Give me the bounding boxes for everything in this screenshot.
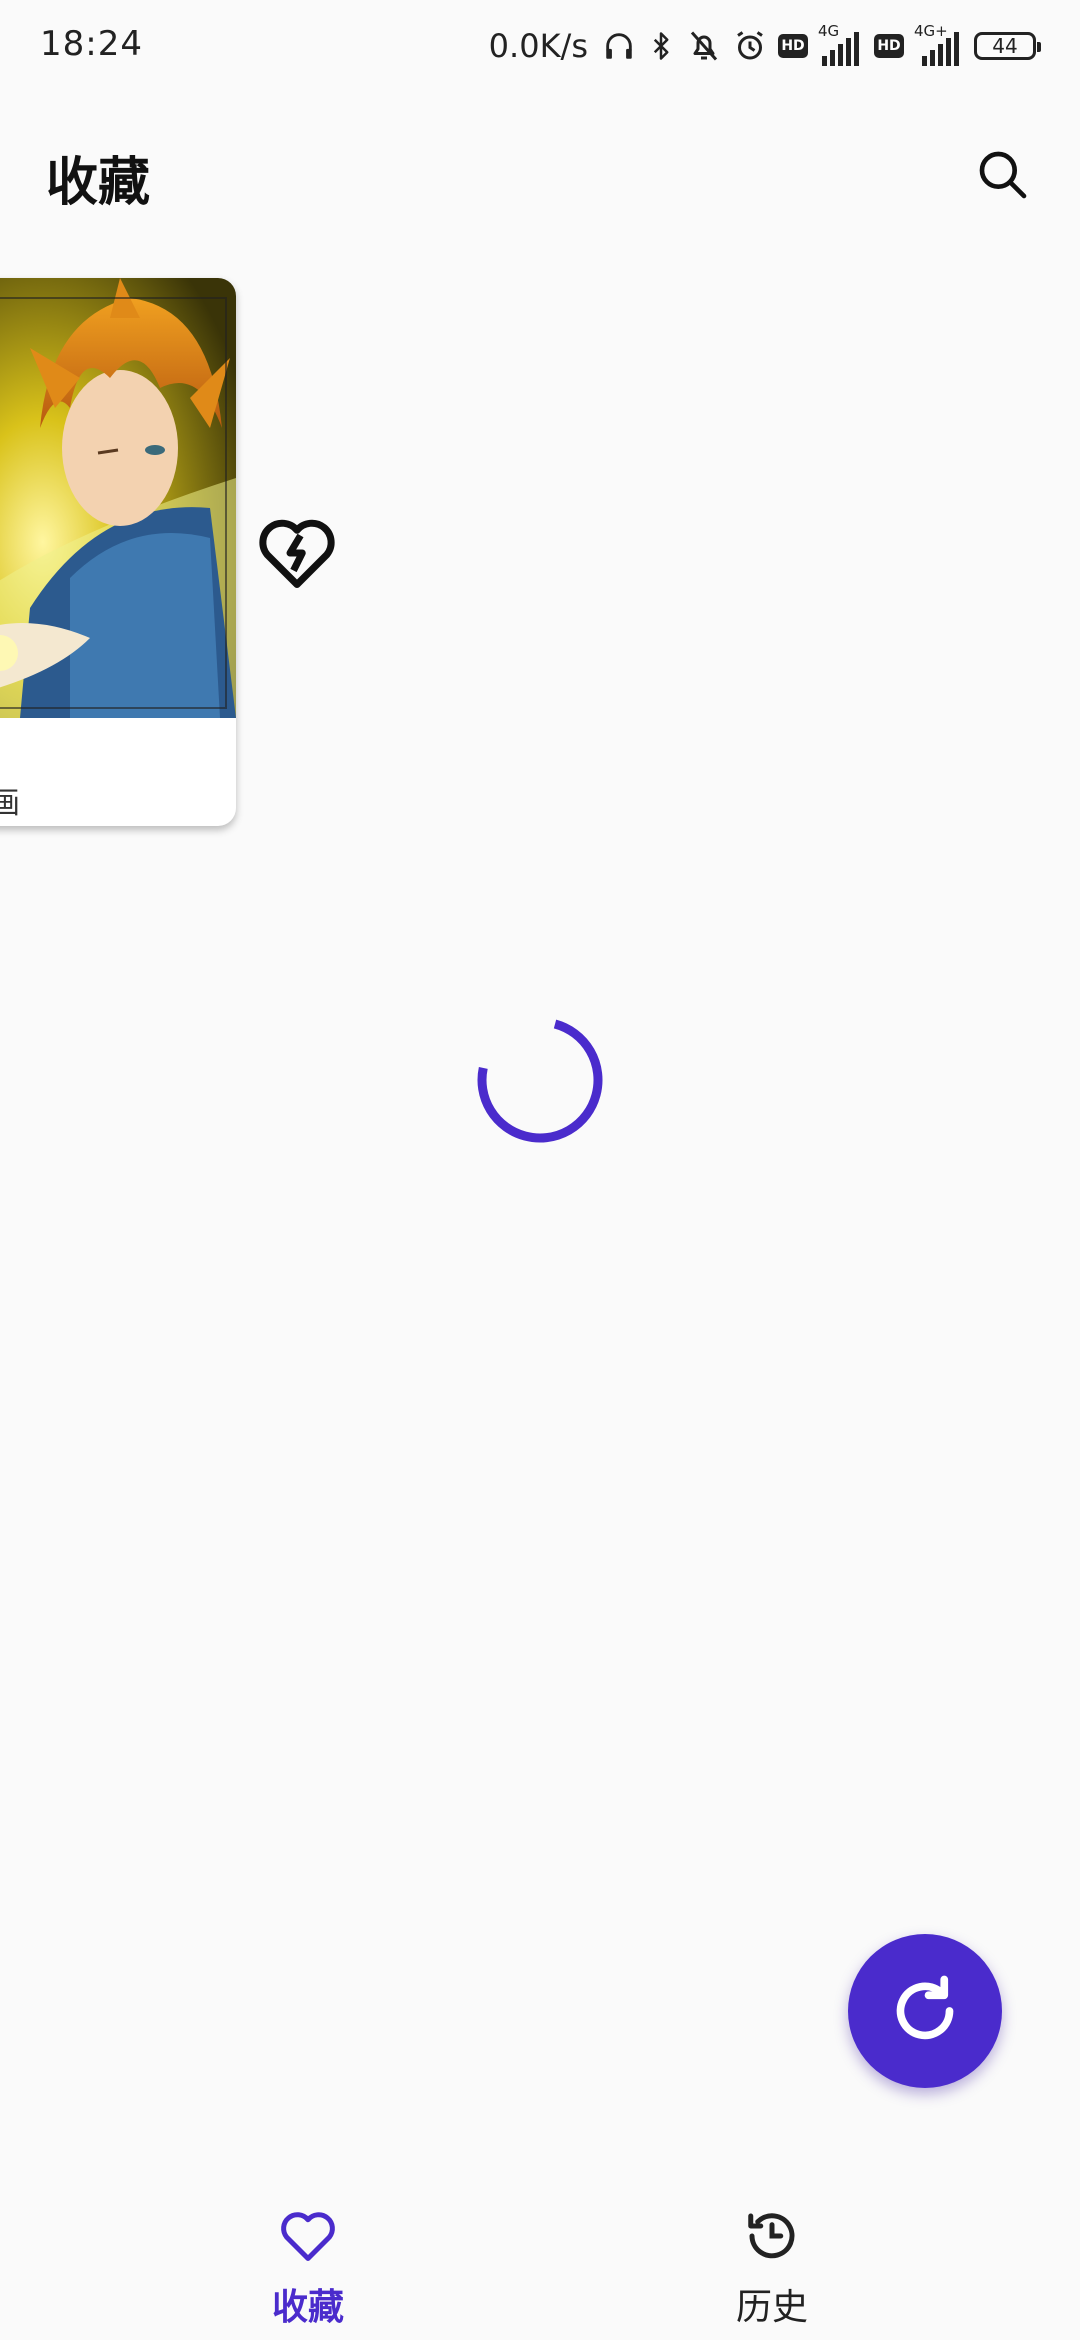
favorite-source: 漫画 [0, 786, 20, 818]
page-title: 收藏 [46, 153, 151, 213]
battery-level: 44 [992, 34, 1018, 58]
status-time: 18:24 [40, 24, 143, 64]
hd-icon: HD [778, 34, 808, 58]
unfavorite-button[interactable] [252, 508, 342, 598]
manga-cover-image [0, 278, 236, 718]
refresh-button[interactable] [848, 1934, 1002, 2088]
nav-label-favorites: 收藏 [271, 2287, 344, 2328]
nav-label-history: 历史 [735, 2287, 808, 2328]
favorites-screen: 18:24 0.0K/s HD 4G HD 4G+ 44 收藏 画 收藏 历史 [0, 0, 1080, 2340]
hd-icon: HD [874, 34, 904, 58]
broken-heart-icon [259, 519, 335, 588]
nav-item-history[interactable]: 历史 [672, 2204, 872, 2334]
sim1-network-label: 4G [818, 22, 840, 40]
signal-icon: 4G [818, 22, 864, 66]
loading-spinner [474, 1014, 606, 1146]
network-speed: 0.0K/s [488, 27, 588, 65]
battery-icon: 44 [974, 32, 1041, 60]
favorite-title: 记 [0, 722, 236, 776]
headphones-icon [602, 29, 636, 63]
favorite-card[interactable]: 记 漫画 [0, 278, 236, 826]
bluetooth-icon [646, 28, 676, 64]
heart-icon [276, 2204, 340, 2268]
alarm-icon [732, 28, 768, 64]
nav-item-favorites[interactable]: 收藏 [208, 2204, 408, 2334]
signal-icon: 4G+ [914, 22, 964, 66]
status-bar: 18:24 0.0K/s HD 4G HD 4G+ 44 [0, 0, 1080, 92]
sim2-network-label: 4G+ [914, 22, 948, 40]
refresh-icon [896, 1975, 954, 2040]
history-icon [740, 2204, 804, 2268]
status-icons: 0.0K/s HD 4G HD 4G+ 44 [488, 20, 1041, 72]
search-button[interactable] [972, 144, 1034, 206]
search-icon [979, 151, 1027, 199]
bottom-navigation: 收藏 历史 [0, 2190, 1080, 2340]
bell-off-icon [686, 28, 722, 64]
